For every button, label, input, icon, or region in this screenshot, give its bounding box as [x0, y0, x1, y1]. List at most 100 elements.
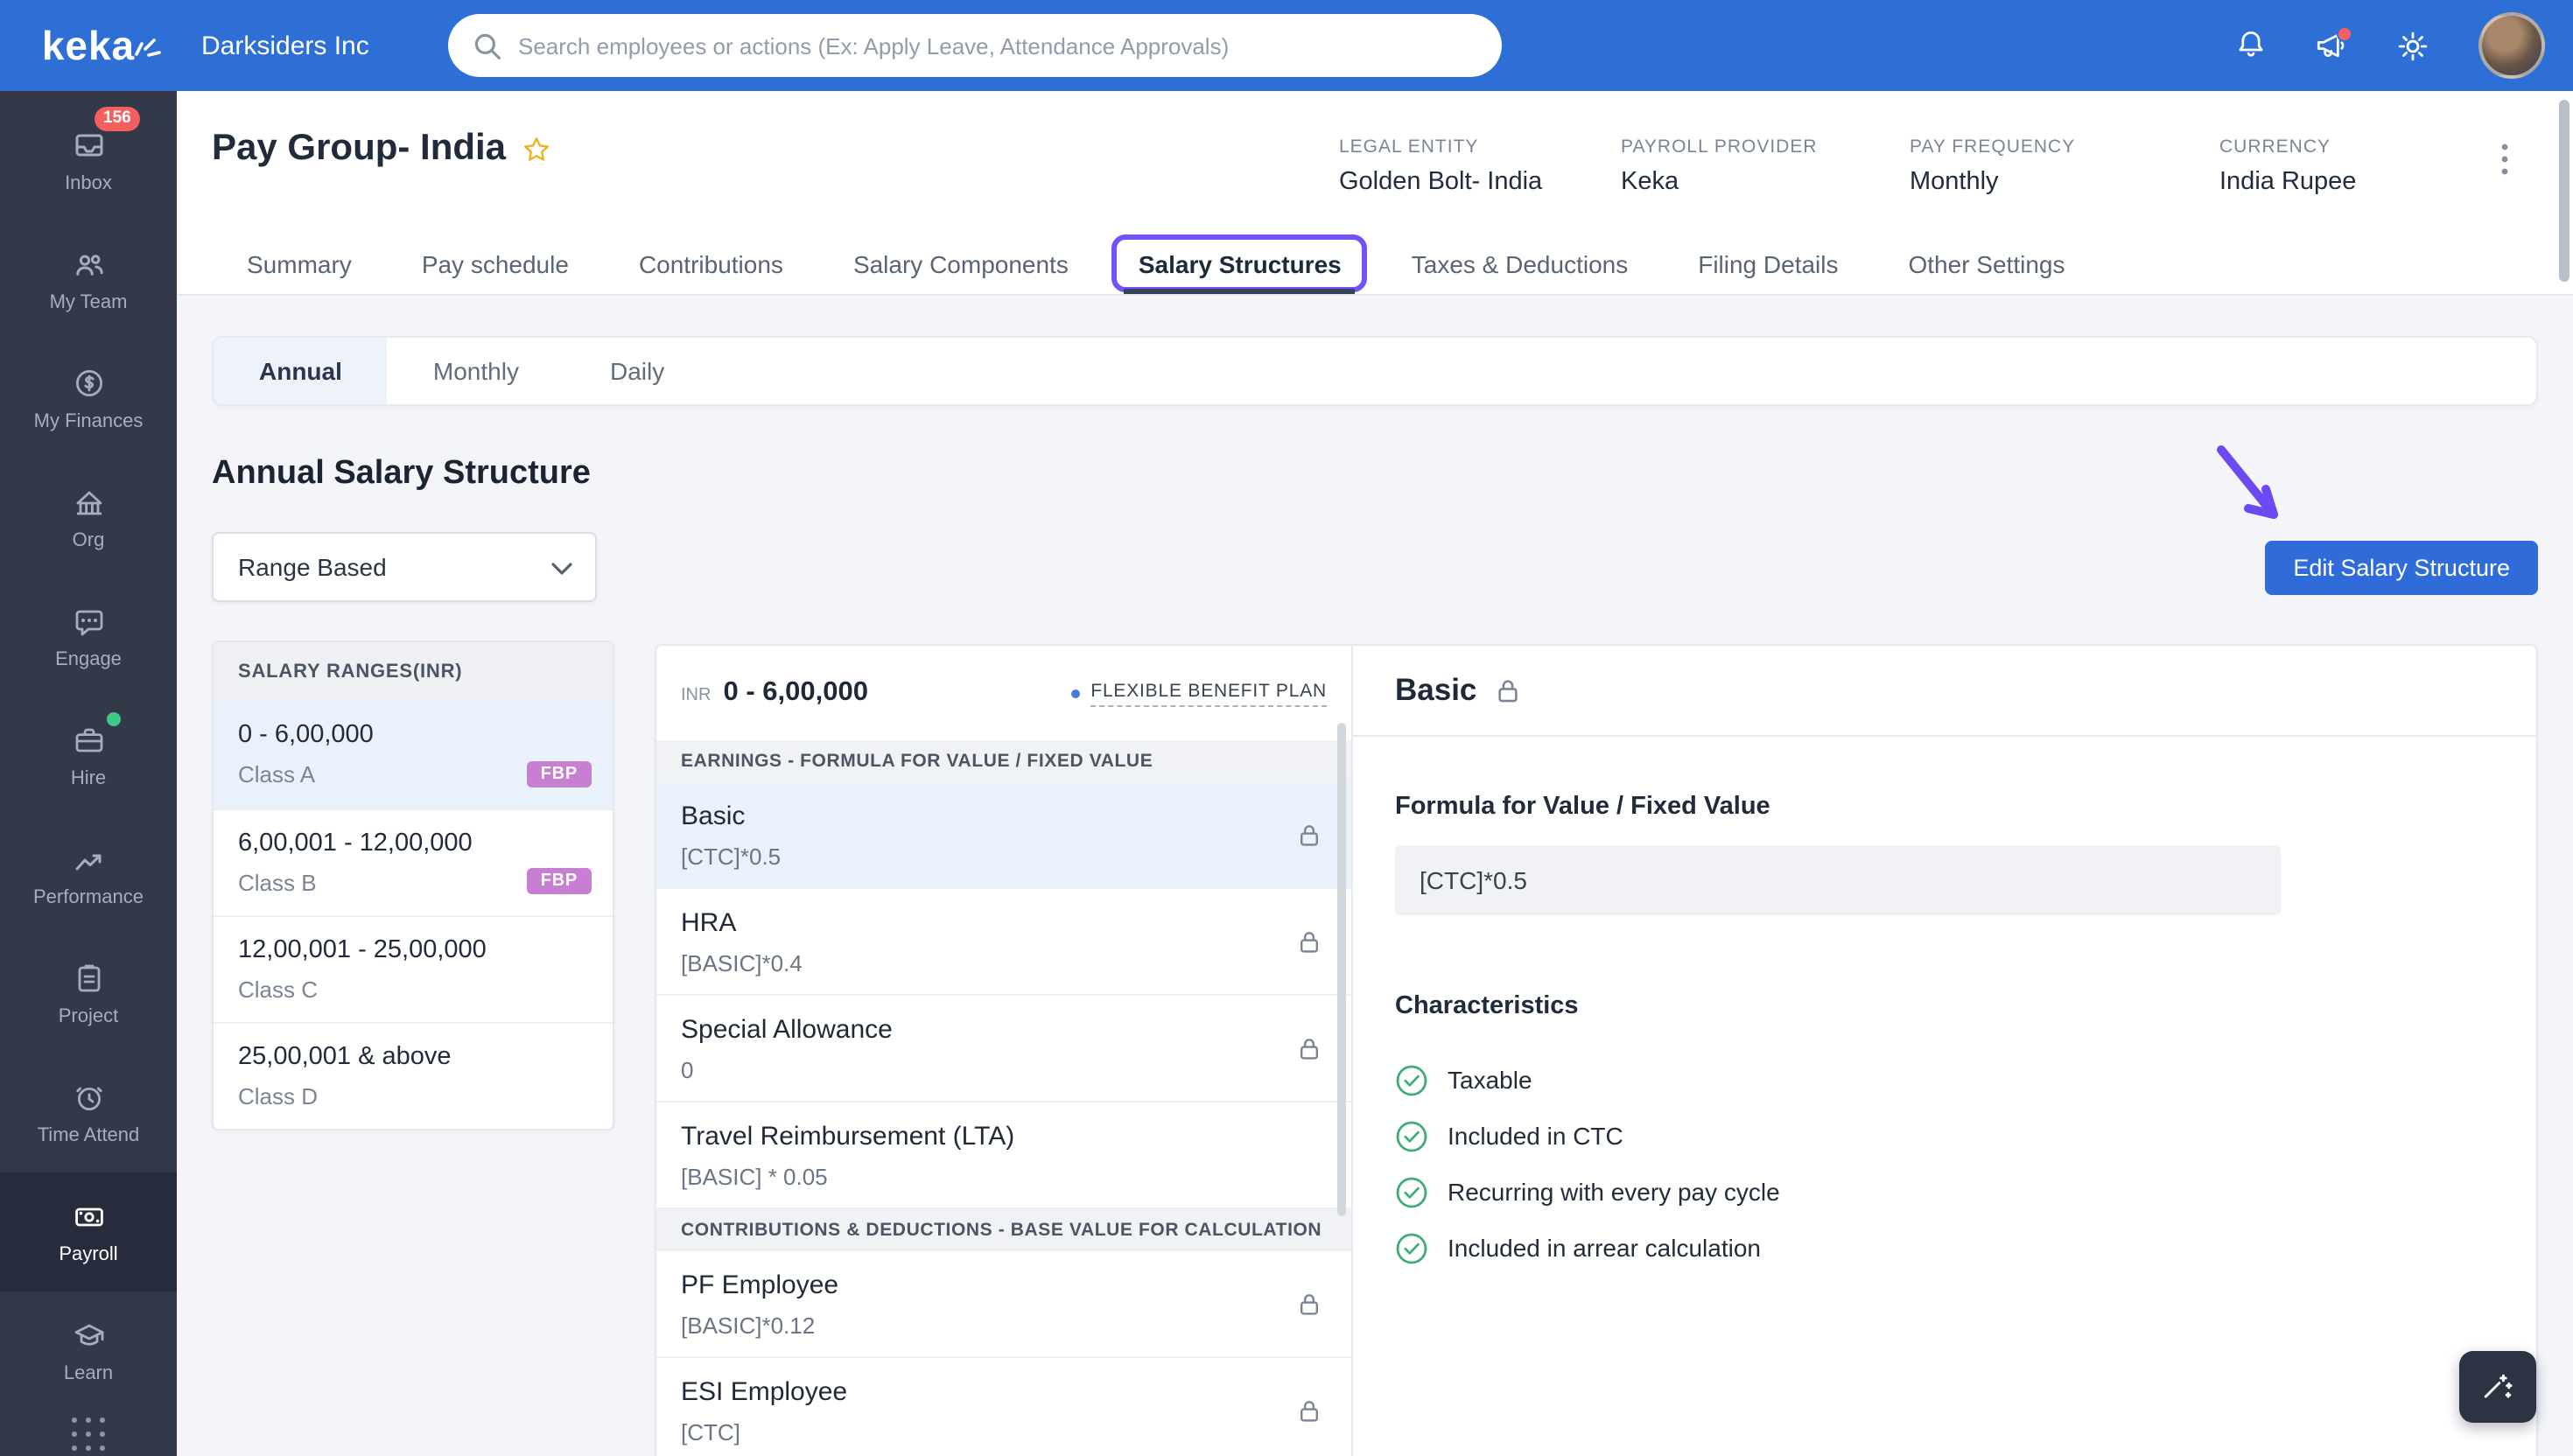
sidebar-item-label: My Team: [49, 292, 128, 313]
sidebar-item-payroll[interactable]: Payroll: [0, 1172, 177, 1292]
characteristics-list: Taxable Included in CTC Recurring with e…: [1395, 1052, 2494, 1276]
component-row-basic[interactable]: Basic [CTC]*0.5: [656, 782, 1351, 889]
user-avatar[interactable]: [2478, 12, 2545, 79]
tab-contributions[interactable]: Contributions: [604, 234, 818, 294]
check-circle-icon: [1396, 1232, 1427, 1264]
announcements-megaphone-icon[interactable]: [2300, 14, 2363, 77]
page-title: Pay Group- India: [212, 128, 507, 168]
component-formula: 0: [681, 1057, 694, 1083]
page-scrollbar[interactable]: [2559, 100, 2569, 282]
settings-gear-icon[interactable]: [2380, 14, 2443, 77]
flexible-benefit-plan-link[interactable]: FLEXIBLE BENEFIT PLAN: [1071, 680, 1327, 706]
inbox-count-badge: 156: [95, 107, 140, 130]
sidebar-item-hire[interactable]: Hire: [0, 696, 177, 816]
sidebar-item-label: Hire: [70, 768, 107, 789]
notifications-bell-icon[interactable]: [2219, 14, 2282, 77]
fbp-badge: FBP: [526, 868, 592, 894]
component-row-esi-employee[interactable]: ESI Employee [CTC]: [656, 1358, 1351, 1456]
tab-pay-schedule[interactable]: Pay schedule: [387, 234, 604, 294]
component-row-special-allowance[interactable]: Special Allowance 0: [656, 996, 1351, 1102]
lock-icon: [1497, 679, 1518, 702]
paygroup-tabs: Summary Pay schedule Contributions Salar…: [212, 234, 2100, 294]
keka-logo[interactable]: keka: [0, 22, 177, 69]
check-circle-icon: [1396, 1120, 1427, 1152]
component-name: ESI Employee: [681, 1377, 848, 1407]
range-type-dropdown[interactable]: Range Based: [212, 532, 597, 602]
performance-chart-icon: [74, 854, 101, 871]
kebab-menu-icon[interactable]: [2489, 140, 2520, 178]
check-circle-icon: [1396, 1064, 1427, 1096]
section-band-earnings: EARNINGS - FORMULA FOR VALUE / FIXED VAL…: [656, 740, 1351, 782]
component-row-pf-employee[interactable]: PF Employee [BASIC]*0.12: [656, 1251, 1351, 1358]
component-detail: Basic Formula for Value / Fixed Value [C…: [1353, 646, 2536, 1456]
salary-ranges-header: SALARY RANGES(INR): [214, 642, 613, 702]
sidebar-item-label: Org: [72, 530, 105, 551]
fbp-badge: FBP: [526, 761, 592, 788]
sidebar-item-label: Time Attend: [37, 1125, 140, 1146]
range-value: 12,00,001 - 25,00,000: [238, 936, 487, 964]
sidebar-item-engage[interactable]: Engage: [0, 578, 177, 696]
tab-taxes-deductions[interactable]: Taxes & Deductions: [1377, 234, 1663, 294]
tab-summary[interactable]: Summary: [212, 234, 387, 294]
meta-value: Keka: [1621, 168, 1679, 196]
meta-pay-frequency: PAY FREQUENCY Monthly: [1910, 136, 2075, 196]
component-list-scrollbar[interactable]: [1337, 723, 1346, 1216]
announcements-badge-dot: [2337, 26, 2352, 42]
apps-grid-icon[interactable]: [0, 1418, 177, 1452]
component-row-hra[interactable]: HRA [BASIC]*0.4: [656, 889, 1351, 996]
component-formula: [BASIC] * 0.05: [681, 1164, 828, 1190]
hire-briefcase-icon: [74, 728, 102, 752]
characteristic-item: Included in arrear calculation: [1395, 1220, 2494, 1276]
range-value: 0 - 6,00,000: [238, 721, 374, 749]
component-formula: [CTC]: [681, 1419, 740, 1446]
inbox-icon: [74, 134, 102, 157]
sidebar-item-my-team[interactable]: My Team: [0, 220, 177, 340]
learn-cap-icon: [74, 1324, 103, 1346]
salary-range-item[interactable]: 0 - 6,00,000 Class A FBP: [214, 702, 613, 808]
characteristic-item: Taxable: [1395, 1052, 2494, 1108]
salary-range-item[interactable]: 6,00,001 - 12,00,000 Class B FBP: [214, 808, 613, 915]
team-icon: [75, 255, 102, 276]
range-value: 25,00,001 & above: [238, 1043, 452, 1071]
favorite-star-icon[interactable]: [522, 134, 551, 164]
component-row-lta[interactable]: Travel Reimbursement (LTA) [BASIC] * 0.0…: [656, 1102, 1351, 1209]
range-class: Class D: [238, 1083, 319, 1110]
sidebar-item-org[interactable]: Org: [0, 458, 177, 578]
meta-label: LEGAL ENTITY: [1339, 136, 1479, 158]
meta-label: CURRENCY: [2219, 136, 2331, 158]
sidebar: Inbox 156 My Team My Finances Org Engage…: [0, 91, 177, 1456]
sidebar-item-project[interactable]: Project: [0, 934, 177, 1054]
org-building-icon: [75, 491, 102, 515]
sidebar-item-label: Learn: [63, 1363, 114, 1384]
sidebar-item-label: My Finances: [33, 411, 144, 432]
salary-range-item[interactable]: 25,00,001 & above Class D: [214, 1022, 613, 1129]
characteristic-item: Recurring with every pay cycle: [1395, 1164, 2494, 1220]
period-tab-annual[interactable]: Annual: [214, 338, 388, 404]
sidebar-item-inbox[interactable]: Inbox 156: [0, 102, 177, 220]
sidebar-item-label: Payroll: [59, 1244, 118, 1265]
component-name: Travel Reimbursement (LTA): [681, 1122, 1015, 1152]
currency-label: INR: [681, 686, 712, 705]
sidebar-item-performance[interactable]: Performance: [0, 816, 177, 934]
magic-wand-button[interactable]: [2459, 1351, 2536, 1423]
tab-salary-components[interactable]: Salary Components: [818, 234, 1104, 294]
sidebar-item-learn[interactable]: Learn: [0, 1292, 177, 1410]
tab-other-settings[interactable]: Other Settings: [1874, 234, 2100, 294]
edit-salary-structure-button[interactable]: Edit Salary Structure: [2265, 541, 2538, 595]
sidebar-item-label: Performance: [33, 887, 144, 908]
period-tab-daily[interactable]: Daily: [564, 338, 710, 404]
global-search: [448, 14, 1502, 77]
component-formula: [CTC]*0.5: [681, 844, 782, 870]
salary-range-item[interactable]: 12,00,001 - 25,00,000 Class C: [214, 915, 613, 1022]
clock-icon: [75, 1087, 102, 1111]
tab-salary-structures[interactable]: Salary Structures: [1104, 234, 1377, 294]
period-tab-monthly[interactable]: Monthly: [388, 338, 564, 404]
sidebar-item-time-attend[interactable]: Time Attend: [0, 1054, 177, 1172]
sidebar-item-my-finances[interactable]: My Finances: [0, 340, 177, 458]
range-value: 6,00,001 - 12,00,000: [238, 830, 473, 858]
tab-filing-details[interactable]: Filing Details: [1663, 234, 1873, 294]
meta-value: Monthly: [1910, 168, 1999, 196]
component-name: PF Employee: [681, 1270, 839, 1300]
search-input[interactable]: [448, 14, 1502, 77]
component-list-header: INR 0 - 6,00,000 FLEXIBLE BENEFIT PLAN: [656, 646, 1351, 740]
